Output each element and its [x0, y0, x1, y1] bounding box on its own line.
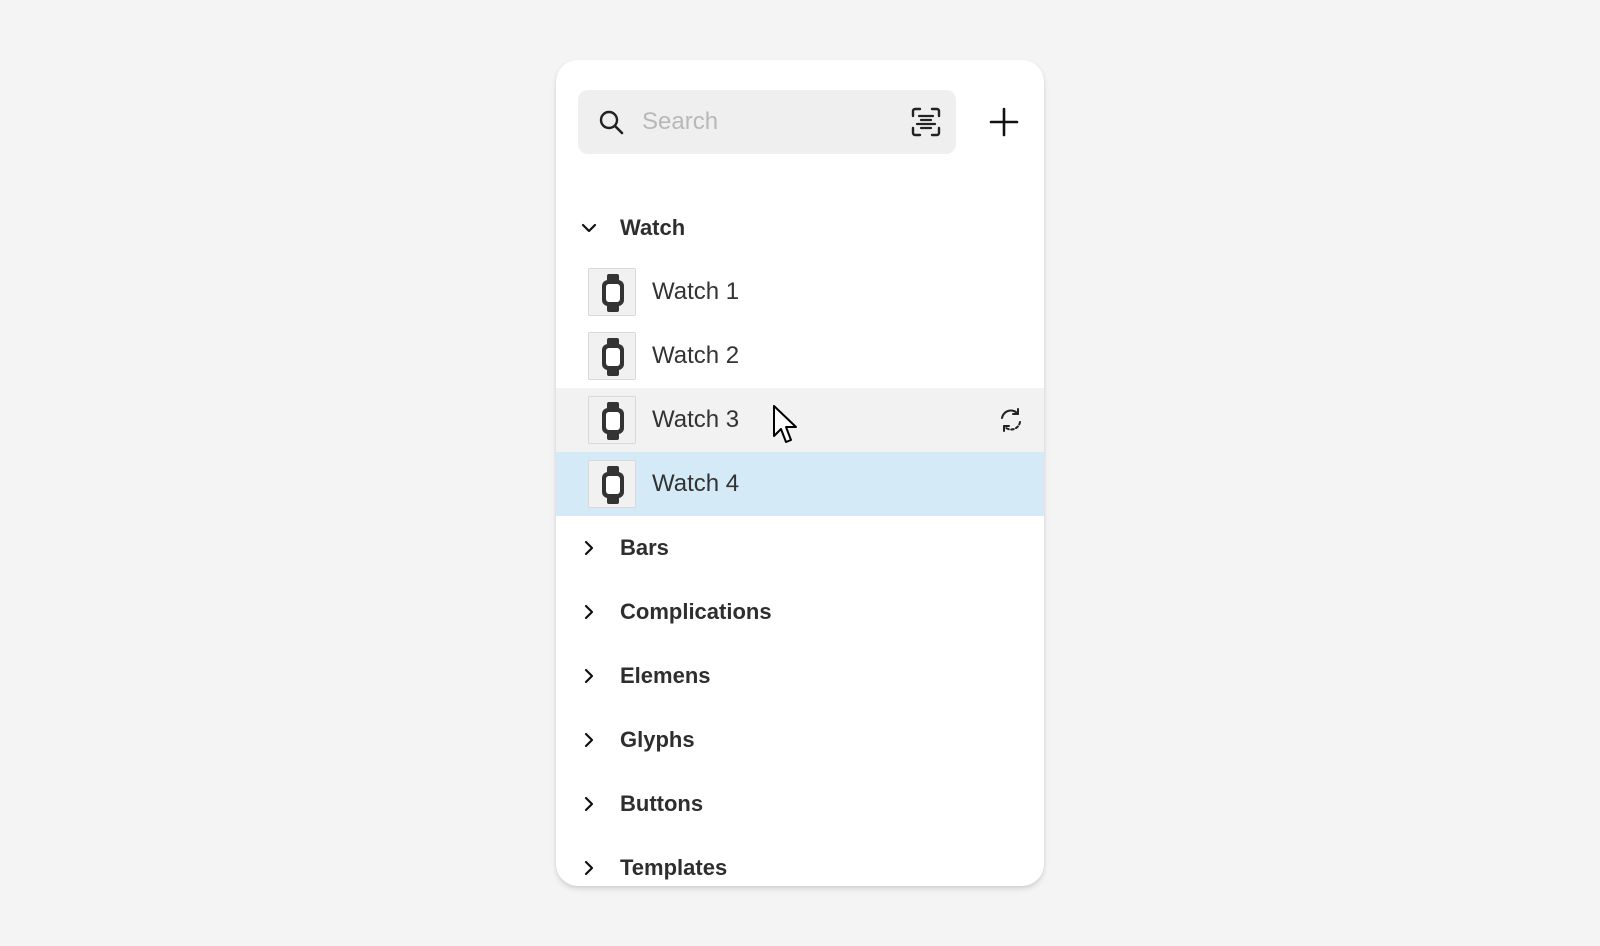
- chevron-right-icon[interactable]: [580, 539, 598, 557]
- assets-panel: Watch Watch 1: [556, 60, 1044, 886]
- group-label: Bars: [620, 535, 669, 560]
- group-label: Glyphs: [620, 727, 695, 752]
- group-elemens[interactable]: Elemens: [556, 644, 1044, 708]
- group-label: Complications: [620, 599, 772, 624]
- thumbnail: [588, 396, 636, 444]
- chevron-right-icon[interactable]: [580, 795, 598, 813]
- thumbnail: [588, 332, 636, 380]
- search-input[interactable]: [642, 90, 892, 154]
- panel-toolbar: [578, 90, 1022, 154]
- watch-icon: [602, 466, 624, 504]
- chevron-right-icon[interactable]: [580, 859, 598, 877]
- thumbnail: [588, 460, 636, 508]
- search-icon: [599, 110, 624, 135]
- list-item-watch-3[interactable]: Watch 3: [556, 388, 1044, 452]
- item-label: Watch 4: [652, 470, 740, 497]
- search-box[interactable]: [578, 90, 956, 154]
- watch-icon: [602, 402, 624, 440]
- item-label: Watch 2: [652, 342, 740, 369]
- chevron-down-icon[interactable]: [580, 219, 598, 237]
- chevron-right-icon[interactable]: [580, 731, 598, 749]
- group-templates[interactable]: Templates: [556, 836, 1044, 886]
- sync-icon[interactable]: [998, 407, 1024, 433]
- scan-text-icon[interactable]: [910, 106, 942, 138]
- list-item-watch-2[interactable]: Watch 2: [556, 324, 1044, 388]
- group-label: Elemens: [620, 663, 711, 688]
- group-watch[interactable]: Watch: [556, 196, 1044, 260]
- thumbnail: [588, 268, 636, 316]
- add-button[interactable]: [988, 106, 1020, 138]
- group-label: Templates: [620, 855, 728, 880]
- chevron-right-icon[interactable]: [580, 603, 598, 621]
- group-label: Watch: [620, 215, 686, 240]
- list-item-watch-1[interactable]: Watch 1: [556, 260, 1044, 324]
- group-complications[interactable]: Complications: [556, 580, 1044, 644]
- group-bars[interactable]: Bars: [556, 516, 1044, 580]
- chevron-right-icon[interactable]: [580, 667, 598, 685]
- asset-tree: Watch Watch 1 Watch 2 Watch 3 Watch 4 Ba…: [556, 196, 1044, 886]
- watch-icon: [602, 338, 624, 376]
- group-glyphs[interactable]: Glyphs: [556, 708, 1044, 772]
- item-label: Watch 1: [652, 278, 740, 305]
- watch-icon: [602, 274, 624, 312]
- item-label: Watch 3: [652, 406, 740, 433]
- group-label: Buttons: [620, 791, 704, 816]
- group-buttons[interactable]: Buttons: [556, 772, 1044, 836]
- list-item-watch-4[interactable]: Watch 4: [556, 452, 1044, 516]
